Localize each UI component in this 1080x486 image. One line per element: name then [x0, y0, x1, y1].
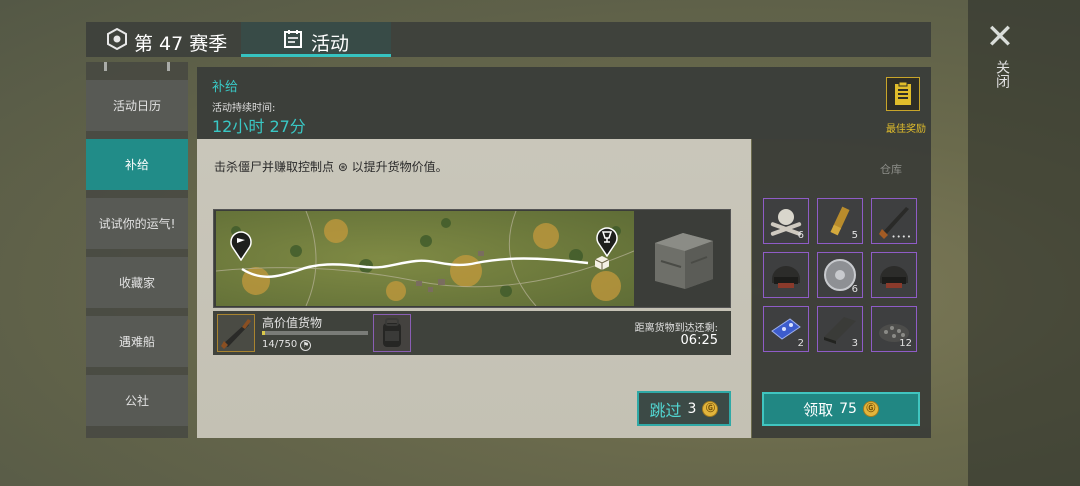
sidebar-item-shipwreck[interactable]: 遇难船 [86, 316, 188, 367]
warehouse-label: 仓库 [880, 163, 902, 176]
sidebar-item-commune[interactable]: 公社 [86, 375, 188, 426]
slot-qty: 5 [851, 230, 858, 241]
arrival-label: 距离货物到达还剩: [634, 323, 718, 334]
slot-qty: 12 [899, 338, 912, 349]
slot-qty: •••• [891, 233, 912, 241]
best-reward-label[interactable]: 最佳奖励 [870, 120, 926, 135]
page-title: 补给 [212, 80, 239, 95]
slot-qty: 2 [797, 338, 804, 349]
helmet-icon [772, 266, 800, 288]
gold-coin-icon: Ⓖ [702, 400, 719, 417]
warehouse-slot[interactable]: 5 [817, 198, 863, 244]
warehouse-slot[interactable] [763, 252, 809, 298]
tab-season-label: 第 47 赛季 [134, 33, 228, 55]
cargo-progress-text: 14/750 ⚑ [262, 339, 312, 351]
best-reward-button[interactable] [886, 77, 920, 111]
backpack-slot[interactable] [373, 314, 411, 352]
tab-activity-label: 活动 [311, 33, 350, 55]
control-point-icon: ⚑ [300, 340, 312, 351]
destination-marker-icon [596, 227, 618, 257]
slot-qty: 6 [797, 230, 804, 241]
cargo-name: 高价值货物 [262, 316, 323, 330]
right-rail [968, 0, 1080, 486]
sidebar-pin [104, 62, 107, 71]
sidebar-item-calendar[interactable]: 活动日历 [86, 80, 188, 131]
event-header [197, 67, 931, 139]
sidebar-item-collector[interactable]: 收藏家 [86, 257, 188, 308]
claim-button[interactable]: 领取 75 Ⓖ [762, 392, 920, 426]
crate-icon [655, 233, 713, 289]
sidebar-item-supply[interactable]: 补给 [86, 139, 188, 190]
skip-button[interactable]: 跳过 3 Ⓖ [637, 391, 731, 426]
start-flag-icon [230, 231, 252, 261]
gold-coin-icon: Ⓖ [862, 401, 879, 417]
slot-qty: 3 [851, 338, 858, 349]
warehouse-slot[interactable] [871, 252, 917, 298]
arrival-timer: 06:25 [680, 333, 718, 348]
warehouse-slot[interactable]: 2 [763, 306, 809, 352]
backpack-icon [383, 318, 401, 347]
cargo-item-slot[interactable] [217, 314, 255, 352]
route-map [216, 211, 634, 306]
claim-cost: 75 [839, 401, 857, 417]
cargo-box-icon [594, 256, 610, 270]
event-description: 击杀僵尸并赚取控制点 ⊛ 以提升货物价值。 [214, 160, 448, 174]
warehouse-slot[interactable]: •••• [871, 198, 917, 244]
sidebar-pin [167, 62, 170, 71]
skip-cost: 3 [687, 400, 697, 417]
close-icon[interactable]: ✕ [985, 20, 1015, 54]
season-badge-icon [107, 28, 127, 50]
tab-season[interactable]: 第 47 赛季 [86, 22, 241, 57]
close-label[interactable]: 关闭 [990, 60, 1010, 88]
skip-label: 跳过 [649, 400, 682, 420]
tab-activity[interactable]: 活动 [241, 22, 391, 57]
clipboard-icon [895, 81, 911, 105]
warehouse-slot[interactable]: 6 [817, 252, 863, 298]
cargo-progress-track [262, 331, 368, 335]
duration-label: 活动持续时间: [212, 103, 276, 114]
slot-qty: 6 [851, 284, 858, 295]
tactical-helmet-icon [880, 266, 908, 288]
warehouse-slot[interactable]: 6 [763, 198, 809, 244]
supply-crate [637, 211, 730, 306]
warehouse-slot[interactable]: 3 [817, 306, 863, 352]
claim-label: 领取 [803, 400, 834, 419]
warehouse-slot[interactable]: 12 [871, 306, 917, 352]
cargo-progress-fill [262, 331, 265, 335]
duration-value: 12小时 27分 [212, 117, 306, 136]
calendar-icon [284, 30, 302, 48]
sidebar-item-luck[interactable]: 试试你的运气! [86, 198, 188, 249]
rifle-icon [221, 319, 251, 349]
